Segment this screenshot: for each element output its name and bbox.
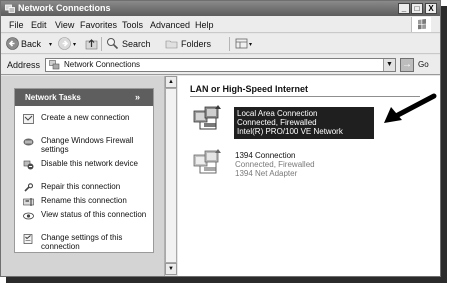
task-disable-device[interactable]: Disable this network device bbox=[23, 159, 151, 179]
go-label: Go bbox=[418, 60, 429, 69]
task-label: Repair this connection bbox=[41, 182, 121, 191]
folders-button[interactable]: Folders bbox=[181, 39, 211, 49]
back-dropdown-icon[interactable]: ▾ bbox=[49, 40, 52, 50]
task-firewall-settings[interactable]: Change Windows Firewall settings bbox=[23, 136, 151, 156]
views-icon[interactable] bbox=[235, 37, 248, 50]
local-area-connection-item[interactable]: Local Area Connection Connected, Firewal… bbox=[234, 107, 374, 139]
connection-status: Connected, Firewalled bbox=[237, 118, 317, 127]
views-dropdown-icon[interactable]: ▾ bbox=[249, 40, 252, 50]
forward-arrow-icon[interactable] bbox=[58, 37, 71, 50]
folders-icon[interactable] bbox=[165, 37, 178, 50]
task-label: Change Windows Firewall settings bbox=[41, 136, 134, 154]
menu-bar: File Edit View Favorites Tools Advanced … bbox=[1, 16, 440, 33]
search-icon[interactable] bbox=[106, 37, 119, 50]
back-arrow-icon[interactable] bbox=[6, 37, 19, 50]
firewall-icon bbox=[23, 138, 34, 146]
repair-icon bbox=[24, 183, 34, 192]
network-connections-window: Network Connections _ □ X File Edit View… bbox=[0, 0, 441, 277]
1394-connection-item[interactable]: 1394 Connection Connected, Firewalled 13… bbox=[235, 151, 315, 178]
network-tasks-header[interactable]: Network Tasks » bbox=[15, 89, 153, 106]
collapse-chevron-icon[interactable]: » bbox=[135, 92, 140, 102]
address-dropdown-icon[interactable]: ▼ bbox=[383, 59, 395, 71]
menu-edit[interactable]: Edit bbox=[31, 20, 47, 30]
disable-device-icon bbox=[23, 160, 34, 170]
toolbar-separator bbox=[229, 37, 230, 51]
screenshot-stage: Network Connections _ □ X File Edit View… bbox=[0, 0, 449, 285]
window-shadow-right bbox=[441, 6, 447, 283]
address-value: Network Connections bbox=[64, 60, 141, 69]
connection-status: Connected, Firewalled bbox=[235, 160, 315, 169]
section-heading: LAN or High-Speed Internet bbox=[190, 84, 309, 94]
go-button[interactable]: → Go bbox=[400, 58, 436, 72]
task-rename-connection[interactable]: Rename this connection bbox=[23, 196, 151, 207]
task-view-status[interactable]: View status of this connection bbox=[23, 210, 151, 230]
address-bar: Address Network Connections ▼ → Go bbox=[1, 55, 440, 75]
task-label: Create a new connection bbox=[41, 113, 130, 122]
new-connection-icon bbox=[23, 114, 34, 124]
menu-advanced[interactable]: Advanced bbox=[150, 20, 190, 30]
task-create-connection[interactable]: Create a new connection bbox=[23, 113, 151, 133]
back-button[interactable]: Back bbox=[21, 39, 41, 49]
title-bar[interactable]: Network Connections _ □ X bbox=[1, 1, 440, 16]
task-label: Disable this network device bbox=[41, 159, 138, 168]
connection-name: Local Area Connection bbox=[237, 109, 318, 118]
status-icon bbox=[23, 212, 34, 220]
menu-favorites[interactable]: Favorites bbox=[80, 20, 117, 30]
rename-icon bbox=[23, 198, 34, 206]
connection-name: 1394 Connection bbox=[235, 151, 296, 160]
network-tasks-panel: Network Tasks » Create a new connection bbox=[14, 88, 154, 253]
settings-icon bbox=[23, 234, 33, 244]
windows-logo-icon bbox=[411, 17, 431, 32]
menu-view[interactable]: View bbox=[55, 20, 74, 30]
scroll-down-icon[interactable]: ▼ bbox=[165, 263, 177, 275]
task-label: Change settings of this connection bbox=[41, 233, 123, 251]
toolbar-separator bbox=[101, 37, 102, 51]
task-label: View status of this connection bbox=[41, 210, 147, 219]
close-button[interactable]: X bbox=[425, 3, 437, 14]
network-connections-icon bbox=[49, 60, 60, 70]
network-tasks-title: Network Tasks bbox=[25, 93, 81, 102]
task-change-settings[interactable]: Change settings of this connection bbox=[23, 233, 151, 253]
minimize-button[interactable]: _ bbox=[398, 3, 410, 14]
1394-connection-icon[interactable] bbox=[192, 147, 224, 177]
network-folder-icon bbox=[5, 4, 15, 13]
scroll-up-icon[interactable]: ▲ bbox=[165, 76, 177, 88]
task-pane-scrollbar[interactable]: ▲ ▼ bbox=[164, 76, 177, 276]
task-pane: Network Tasks » Create a new connection bbox=[1, 76, 164, 276]
scroll-thumb[interactable] bbox=[165, 88, 177, 263]
address-label: Address bbox=[7, 60, 41, 70]
menu-file[interactable]: File bbox=[9, 20, 24, 30]
task-label: Rename this connection bbox=[41, 196, 127, 205]
menu-tools[interactable]: Tools bbox=[122, 20, 143, 30]
local-area-connection-icon[interactable] bbox=[192, 103, 224, 133]
up-folder-icon[interactable] bbox=[85, 37, 98, 50]
forward-dropdown-icon[interactable]: ▾ bbox=[73, 40, 76, 50]
go-arrow-icon: → bbox=[400, 58, 414, 72]
maximize-button[interactable]: □ bbox=[411, 3, 423, 14]
connections-view: LAN or High-Speed Internet Local Area Co… bbox=[178, 76, 440, 276]
address-input[interactable]: Network Connections ▼ bbox=[45, 58, 396, 72]
menu-help[interactable]: Help bbox=[195, 20, 214, 30]
connection-device: 1394 Net Adapter bbox=[235, 169, 298, 178]
standard-toolbar: Back ▾ ▾ Search Folders ▾ bbox=[1, 34, 440, 54]
window-shadow-bottom bbox=[6, 277, 447, 283]
search-button[interactable]: Search bbox=[122, 39, 151, 49]
task-repair-connection[interactable]: Repair this connection bbox=[23, 182, 151, 193]
window-title: Network Connections bbox=[18, 3, 111, 13]
callout-arrow-icon bbox=[384, 93, 437, 123]
connection-device: Intel(R) PRO/100 VE Network bbox=[237, 127, 343, 136]
